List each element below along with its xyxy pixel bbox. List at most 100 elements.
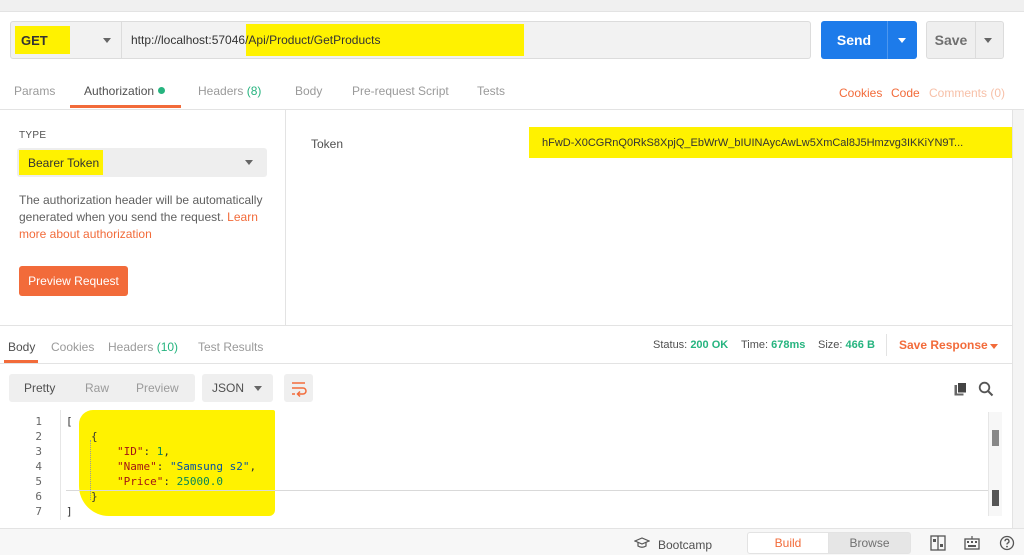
headers-count: (8) xyxy=(246,84,262,98)
response-tabs: Body Cookies Headers (10) Test Results S… xyxy=(0,326,1024,364)
bootcamp-button[interactable]: Bootcamp xyxy=(658,538,712,552)
json-number: 25000.0 xyxy=(176,475,223,488)
send-label: Send xyxy=(836,32,872,48)
token-label: Token xyxy=(311,137,344,151)
tab-pre-request-script[interactable]: Pre-request Script xyxy=(352,84,449,98)
auth-type-select[interactable]: Bearer Token xyxy=(17,148,267,177)
method-select[interactable]: GET xyxy=(10,21,122,59)
comments-link[interactable]: Comments (0) xyxy=(929,86,1005,100)
graduation-cap-icon xyxy=(634,537,650,548)
method-value: GET xyxy=(21,33,48,48)
status-label: Status: xyxy=(653,339,688,351)
response-body-editor[interactable]: 1 2 3 4 5 6 7 [ { "ID": 1, "Name": "Sams… xyxy=(0,410,1024,528)
window-scrollbar[interactable] xyxy=(1012,110,1024,528)
chevron-down-icon xyxy=(254,386,262,391)
line-number: 2 xyxy=(35,430,42,443)
cookies-link[interactable]: Cookies xyxy=(839,86,882,100)
chevron-down-icon[interactable] xyxy=(990,344,998,349)
save-label: Save xyxy=(934,32,968,48)
browse-tab[interactable]: Browse xyxy=(829,532,911,554)
line-number: 7 xyxy=(35,505,42,518)
line-number: 6 xyxy=(35,490,42,503)
tab-body[interactable]: Body xyxy=(295,84,322,98)
response-tab-headers[interactable]: Headers (10) xyxy=(108,340,178,354)
chevron-down-icon[interactable] xyxy=(984,38,992,43)
response-view-bar: Pretty Raw Preview JSON xyxy=(0,364,1024,410)
json-string: "Samsung s2" xyxy=(170,460,250,473)
current-line-marker xyxy=(66,490,988,491)
status-bar: Bootcamp Build Browse xyxy=(0,528,1024,555)
window-top-strip xyxy=(0,0,1024,12)
two-pane-icon[interactable] xyxy=(930,535,946,551)
active-tab-indicator xyxy=(4,360,38,363)
response-tab-test-results[interactable]: Test Results xyxy=(198,340,263,354)
view-mode-group: Pretty Raw Preview xyxy=(9,374,195,402)
tab-tests[interactable]: Tests xyxy=(477,84,505,98)
scroll-thumb[interactable] xyxy=(992,490,999,506)
code-line: { xyxy=(91,430,98,443)
view-raw-button[interactable]: Raw xyxy=(85,381,109,395)
auth-description: The authorization header will be automat… xyxy=(19,192,269,243)
format-select[interactable]: JSON xyxy=(202,374,273,402)
json-key: "Name" xyxy=(117,460,157,473)
auth-token-panel: Token hFwD-X0CGRnQ0RkS8XpjQ_EbWrW_bIUINA… xyxy=(286,110,1024,325)
preview-request-button[interactable]: Preview Request xyxy=(19,266,128,296)
tab-params[interactable]: Params xyxy=(14,84,55,98)
size-readout: Size: 466 B xyxy=(818,339,875,351)
auth-description-text: The authorization header will be automat… xyxy=(19,193,263,224)
code-line: ] xyxy=(66,505,73,518)
code-line: "ID": 1, xyxy=(117,445,170,458)
size-label: Size: xyxy=(818,339,843,351)
wrap-lines-button[interactable] xyxy=(284,374,313,402)
json-number: 1 xyxy=(156,445,164,458)
code-line: "Price": 25000.0 xyxy=(117,475,223,488)
send-divider xyxy=(887,21,888,59)
time-readout: Time: 678ms xyxy=(741,339,805,351)
editor-scrollbar[interactable] xyxy=(988,412,1002,516)
size-value: 466 B xyxy=(845,339,875,351)
build-tab[interactable]: Build xyxy=(747,532,829,554)
save-button[interactable]: Save xyxy=(926,21,1004,59)
token-input[interactable]: hFwD-X0CGRnQ0RkS8XpjQ_EbWrW_bIUINAycAwLw… xyxy=(542,137,978,149)
time-value: 678ms xyxy=(771,339,806,351)
save-divider xyxy=(975,22,976,58)
code-line: [ xyxy=(66,415,73,428)
save-response-button[interactable]: Save Response xyxy=(899,338,988,352)
auth-type-panel: TYPE Bearer Token The authorization head… xyxy=(0,110,286,325)
tab-authorization[interactable]: Authorization xyxy=(84,84,166,98)
line-number: 3 xyxy=(35,445,42,458)
format-value: JSON xyxy=(212,381,245,395)
view-preview-button[interactable]: Preview xyxy=(136,381,179,395)
send-button[interactable]: Send xyxy=(821,21,917,59)
url-input[interactable]: http://localhost:57046/Api/Product/GetPr… xyxy=(122,21,811,59)
scroll-thumb[interactable] xyxy=(992,430,999,446)
meta-divider xyxy=(886,334,887,356)
status-value: 200 OK xyxy=(690,339,729,351)
json-key: "ID" xyxy=(117,445,144,458)
url-value: http://localhost:57046/Api/Product/GetPr… xyxy=(131,33,381,47)
request-bar: GET http://localhost:57046/Api/Product/G… xyxy=(0,12,1024,70)
active-tab-indicator xyxy=(70,105,181,108)
chevron-down-icon xyxy=(245,160,253,165)
view-pretty-button[interactable]: Pretty xyxy=(24,381,55,395)
code-link[interactable]: Code xyxy=(891,86,920,100)
auth-type-value: Bearer Token xyxy=(28,156,100,170)
copy-icon[interactable] xyxy=(954,382,968,396)
response-tab-body[interactable]: Body xyxy=(8,340,35,354)
response-tab-cookies[interactable]: Cookies xyxy=(51,340,94,354)
chevron-down-icon xyxy=(103,38,111,43)
gutter-divider xyxy=(60,410,61,520)
tab-headers-label: Headers xyxy=(198,84,244,98)
code-line: } xyxy=(91,490,98,503)
search-icon[interactable] xyxy=(978,381,994,397)
status-readout: Status: 200 OK xyxy=(653,339,728,351)
help-icon[interactable] xyxy=(999,535,1015,551)
keyboard-icon[interactable] xyxy=(964,535,980,551)
chevron-down-icon[interactable] xyxy=(898,38,906,43)
wrap-lines-icon xyxy=(292,382,307,398)
request-tabs: Params Authorization Headers (8) Body Pr… xyxy=(0,72,1024,110)
code-line: "Name": "Samsung s2", xyxy=(117,460,257,473)
response-headers-count: (10) xyxy=(156,340,179,354)
tab-headers[interactable]: Headers (8) xyxy=(198,84,261,98)
tab-authorization-label: Authorization xyxy=(84,84,155,98)
